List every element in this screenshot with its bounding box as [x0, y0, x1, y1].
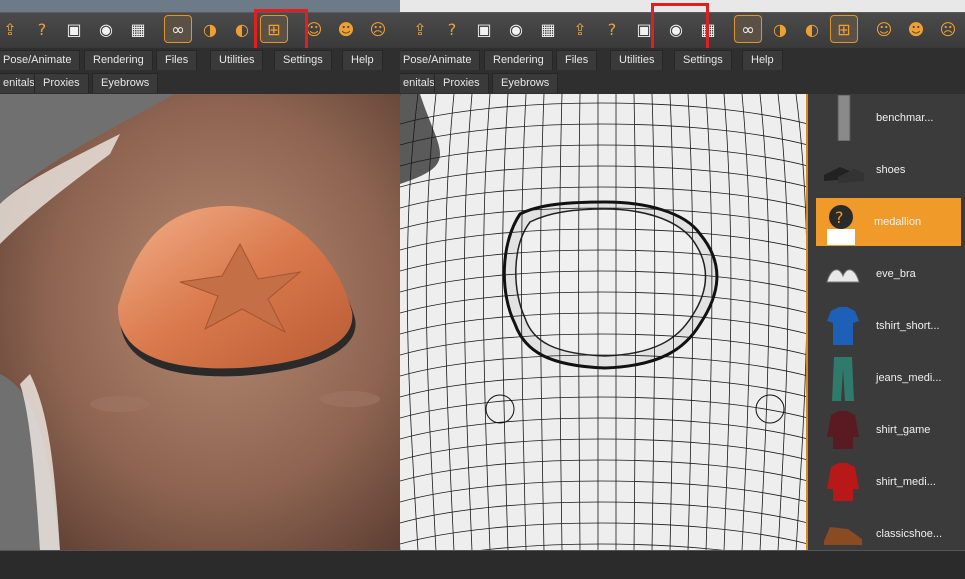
right-screenshot-panel: ⇪? ▣ ◉ ▦ ∞ ◑ ◐ ⊞ ☺ ☻ ☹ ⇪? ▣ ◉ ▦ Pose/Animate Rendering F… [400, 0, 965, 579]
menu-tab-poseanimate[interactable]: Pose/Animate [400, 50, 481, 70]
shirt-red-icon [818, 458, 868, 506]
tshirt-icon [818, 302, 868, 350]
status-bar-right [400, 550, 965, 579]
menu-tab-help[interactable]: Help [742, 50, 783, 70]
import-icon-right[interactable]: ⇪ [406, 15, 434, 43]
import-icon[interactable]: ⇪ [566, 15, 594, 43]
library-item-medallion[interactable]: ? medallion [816, 198, 961, 246]
library-item-shoes[interactable]: shoes [818, 146, 958, 194]
3d-viewport-shaded[interactable] [0, 94, 400, 551]
library-item-shirt_medi[interactable]: shirt_medi... [818, 458, 958, 506]
glasses-variant-icon[interactable]: ◐ [228, 15, 256, 43]
library-sidebar: benchmar... shoes? medallion eve_bra tshirt_… [806, 94, 965, 551]
menu-tab-settings[interactable]: Settings [674, 50, 732, 70]
glasses-icon[interactable]: ∞ [164, 15, 192, 43]
menu-tab-settings[interactable]: Settings [274, 50, 332, 70]
toolbar: ⇪? ▣ ◉ ▦ ∞ ◑ ◐ ⊞ ☺ ☻ ☹ [0, 12, 400, 49]
library-item-label: medallion [874, 216, 922, 228]
library-item-label: shoes [876, 164, 906, 176]
menu-tab-rendering[interactable]: Rendering [484, 50, 553, 70]
shirt-icon [818, 406, 868, 454]
library-item-shirt_game[interactable]: shirt_game [818, 406, 958, 454]
jeans-icon [818, 354, 868, 402]
library-item-label: tshirt_short... [876, 320, 940, 332]
face-back-icon[interactable]: ☻ [902, 15, 930, 43]
left-screenshot-panel: ⇪? ▣ ◉ ▦ ∞ ◑ ◐ ⊞ ☺ ☻ ☹ Pose/Animate Rendering Files U… [0, 0, 400, 579]
submenu-tab-eyebrows[interactable]: Eyebrows [492, 73, 559, 93]
import-icon[interactable]: ⇪ [0, 15, 24, 43]
shoes-icon [818, 146, 868, 194]
library-item-jeans_medi[interactable]: jeans_medi... [818, 354, 958, 402]
submenu-tab-proxies[interactable]: Proxies [34, 73, 89, 93]
bra-icon [818, 250, 868, 298]
submenu-tab-proxies[interactable]: Proxies [434, 73, 489, 93]
face-forward-icon[interactable]: ☺ [870, 15, 898, 43]
library-item-label: eve_bra [876, 268, 916, 280]
wireframe-glasses-icon[interactable]: ◑ [196, 15, 224, 43]
library-item-label: shirt_medi... [876, 476, 936, 488]
wireframe-glasses-icon[interactable]: ◑ [766, 15, 794, 43]
face-back-icon[interactable]: ☻ [332, 15, 360, 43]
menu-tab-poseanimate[interactable]: Pose/Animate [0, 50, 81, 70]
checker-icon-right[interactable]: ▦ [534, 15, 562, 43]
face-equal-icon[interactable]: ☹ [364, 15, 392, 43]
3d-viewport-wireframe[interactable] [400, 94, 808, 551]
camera-icon[interactable]: ◉ [92, 15, 120, 43]
window-title-strip [0, 0, 400, 12]
stocking-icon [818, 94, 868, 142]
submenu-bar: enitals Proxies Eyebrows [0, 71, 400, 95]
submenu-bar-right: enitals Proxies Eyebrows [400, 71, 965, 95]
save-icon[interactable]: ▣ [60, 15, 88, 43]
menu-bar: Pose/Animate Rendering Files Utilities Setti… [0, 48, 400, 72]
menu-bar-right: Pose/Animate Rendering Files Utilities Setti… [400, 48, 965, 72]
glasses-icon[interactable]: ∞ [734, 15, 762, 43]
menu-tab-files[interactable]: Files [156, 50, 198, 70]
submenu-tab-eyebrows[interactable]: Eyebrows [92, 73, 159, 93]
checker-icon[interactable]: ▦ [124, 15, 152, 43]
library-item-label: jeans_medi... [876, 372, 942, 384]
library-item-eve_bra[interactable]: eve_bra [818, 250, 958, 298]
menu-tab-utilities[interactable]: Utilities [610, 50, 664, 70]
menu-tab-help[interactable]: Help [342, 50, 383, 70]
help-icon[interactable]: ? [28, 15, 56, 43]
library-item-label: shirt_game [876, 424, 931, 436]
svg-text:?: ? [835, 208, 844, 227]
menu-tab-files[interactable]: Files [556, 50, 598, 70]
wireframe-torso-render [400, 94, 808, 551]
menu-tab-utilities[interactable]: Utilities [210, 50, 264, 70]
question-thumb-icon: ? [816, 198, 866, 246]
camera-icon-right[interactable]: ◉ [502, 15, 530, 43]
library-item-label: classicshoe... [876, 528, 943, 540]
menu-tab-rendering[interactable]: Rendering [84, 50, 153, 70]
status-bar [0, 550, 400, 579]
face-equal-icon[interactable]: ☹ [934, 15, 962, 43]
library-item-tshirt_short[interactable]: tshirt_short... [818, 302, 958, 350]
shaded-torso-render [0, 94, 400, 551]
save-icon-right[interactable]: ▣ [470, 15, 498, 43]
library-item-label: benchmar... [876, 112, 934, 124]
glasses-variant-icon[interactable]: ◐ [798, 15, 826, 43]
help-icon-right[interactable]: ? [438, 15, 466, 43]
wireframe-mesh-icon[interactable]: ⊞ [830, 15, 858, 43]
help-icon[interactable]: ? [598, 15, 626, 43]
library-item-benchmar[interactable]: benchmar... [818, 94, 958, 142]
